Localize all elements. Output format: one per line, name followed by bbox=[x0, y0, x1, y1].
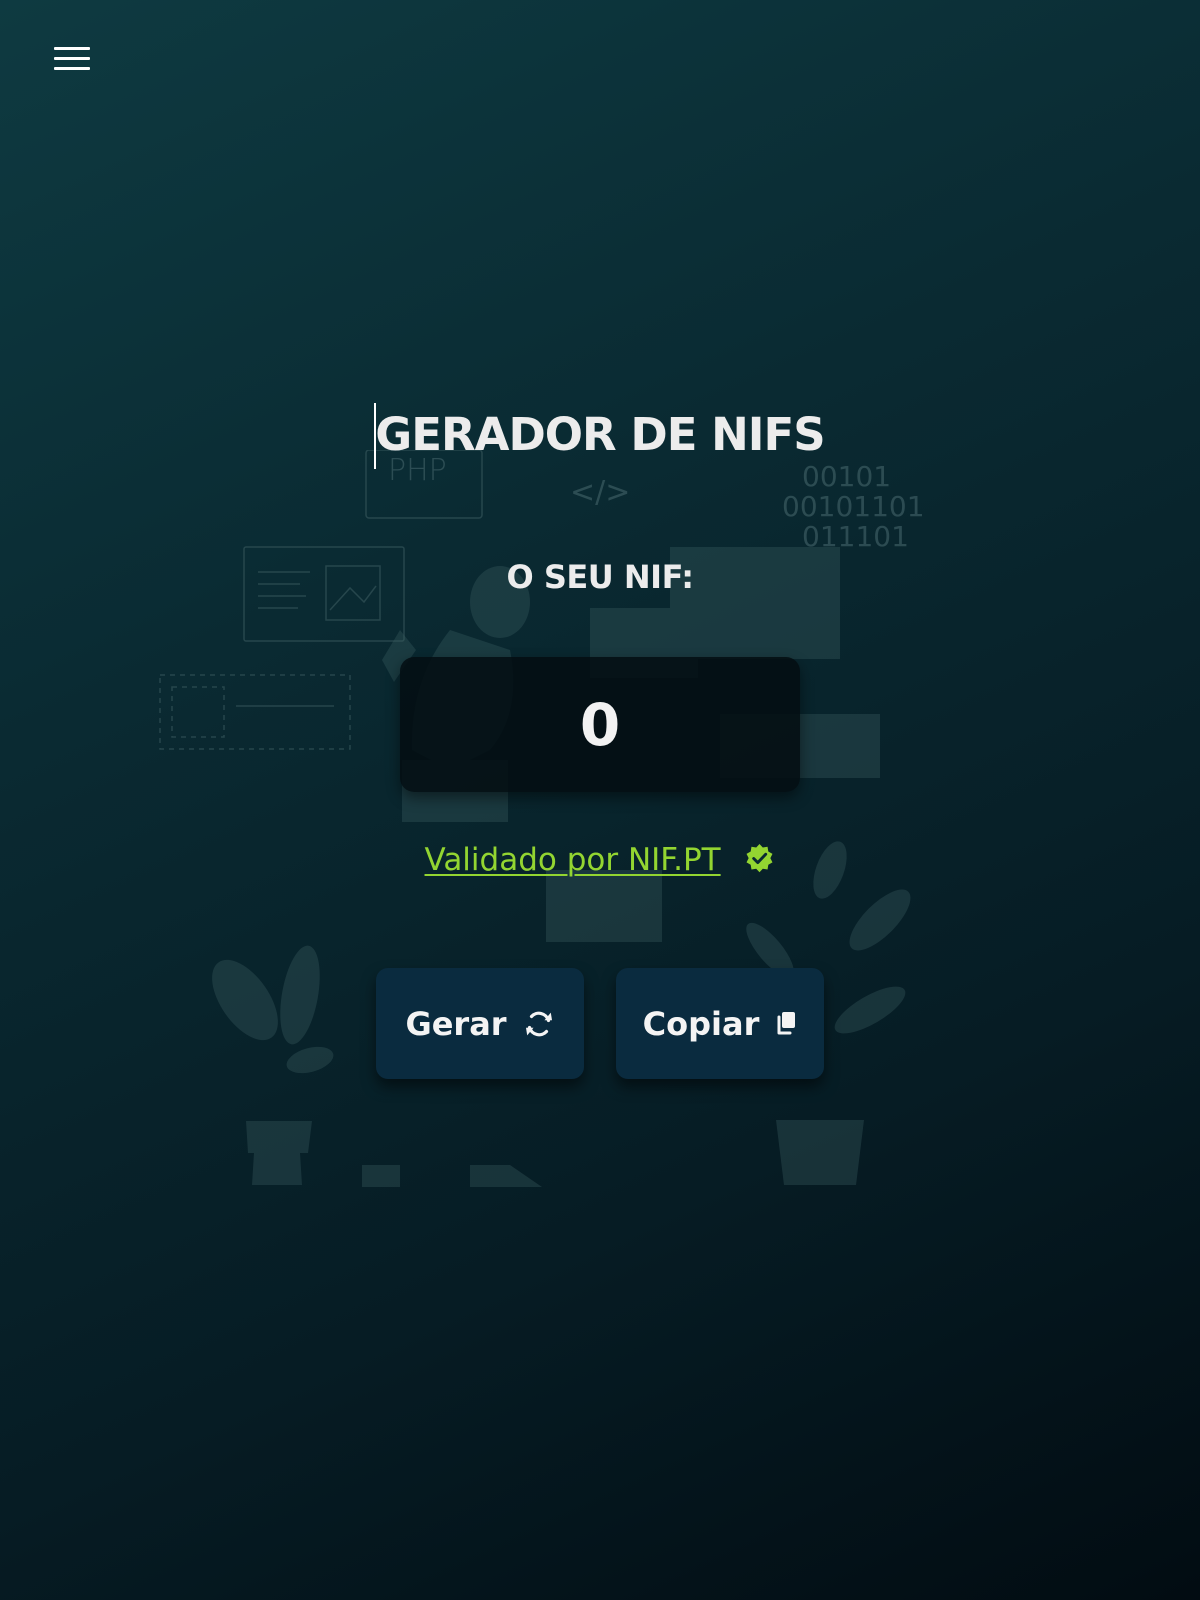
nif-display: 0 bbox=[400, 657, 800, 792]
svg-text:00101101: 00101101 bbox=[782, 490, 925, 523]
svg-text:</>: </> bbox=[570, 475, 630, 510]
hamburger-menu-icon[interactable] bbox=[54, 47, 90, 73]
nif-value: 0 bbox=[579, 690, 621, 759]
svg-text:011101: 011101 bbox=[802, 520, 909, 553]
verified-badge-icon bbox=[747, 843, 773, 873]
menu-bar bbox=[54, 57, 90, 60]
page-title-text: GERADOR DE NIFS bbox=[375, 408, 825, 461]
refresh-icon bbox=[525, 1011, 552, 1036]
page-title: GERADOR DE NIFS bbox=[374, 403, 826, 469]
copy-button[interactable]: Copiar bbox=[616, 968, 824, 1079]
validated-by-link[interactable]: Validado por NIF.PT bbox=[425, 842, 721, 878]
copy-icon bbox=[777, 1011, 796, 1034]
generate-button-label: Gerar bbox=[405, 1004, 507, 1043]
text-caret bbox=[374, 403, 377, 469]
nif-label: O SEU NIF: bbox=[506, 558, 694, 596]
validation-row: Validado por NIF.PT bbox=[0, 842, 1200, 878]
menu-bar bbox=[54, 47, 90, 50]
copy-button-label: Copiar bbox=[642, 1004, 760, 1043]
title-container: GERADOR DE NIFS bbox=[0, 403, 1200, 469]
menu-bar bbox=[54, 67, 90, 70]
generate-button[interactable]: Gerar bbox=[376, 968, 584, 1079]
